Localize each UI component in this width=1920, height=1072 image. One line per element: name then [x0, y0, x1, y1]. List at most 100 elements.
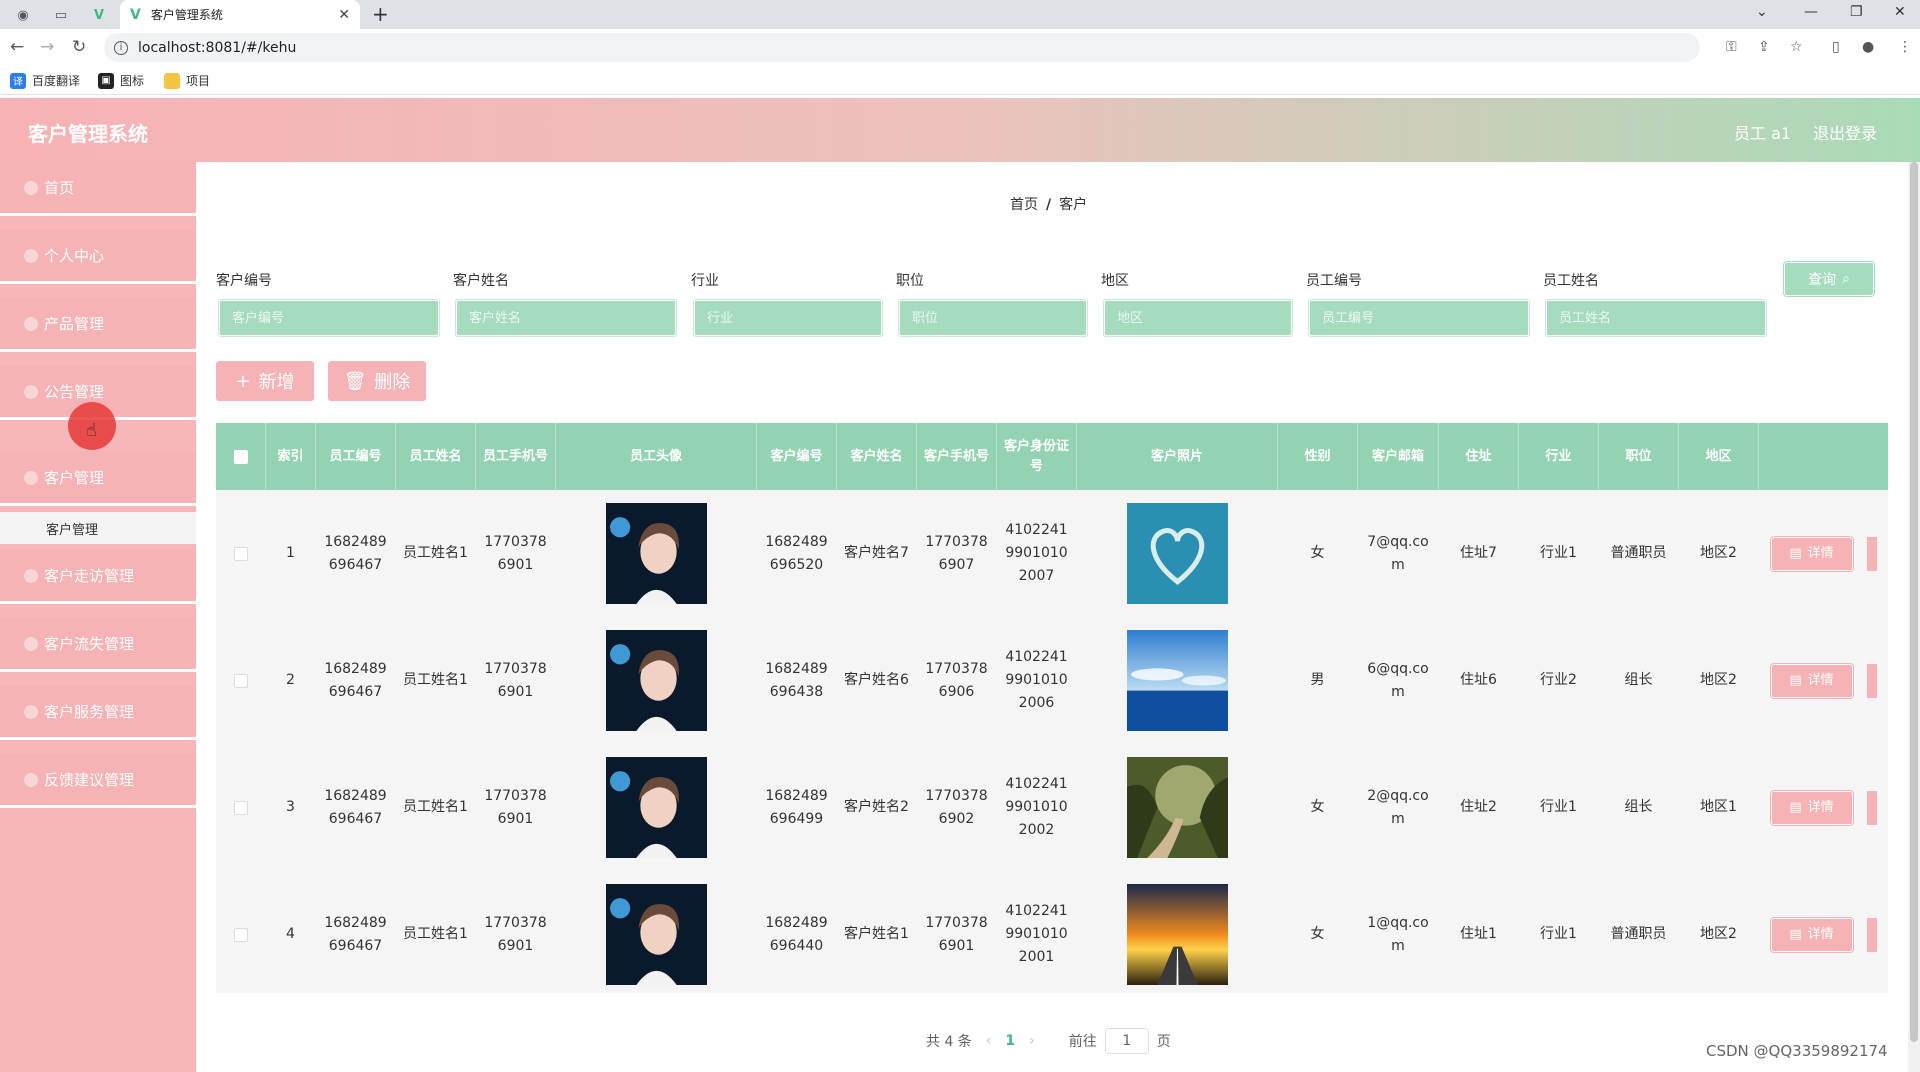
row-select-cell[interactable] [216, 490, 266, 617]
cell-position: 组长 [1599, 617, 1679, 744]
row-select-cell[interactable] [216, 617, 266, 744]
sidebar-item-customers[interactable]: 客户管理 [0, 452, 196, 506]
table-header-cell: 员工手机号 [476, 423, 556, 490]
row-checkbox[interactable] [233, 546, 248, 561]
share-icon[interactable]: ⇪ [1758, 39, 1770, 55]
detail-button[interactable]: ▤ 详情 [1770, 536, 1853, 571]
breadcrumb-home[interactable]: 首页 [1010, 197, 1038, 213]
row-select-cell[interactable] [216, 871, 266, 993]
query-button-label: 查询 [1808, 272, 1837, 288]
table-header-actions [1759, 423, 1888, 490]
prev-page-icon[interactable]: ‹ [986, 1033, 992, 1049]
key-icon[interactable]: ⚿ [1726, 39, 1737, 55]
restore-icon[interactable]: ❐ [1850, 4, 1863, 20]
row-checkbox[interactable] [233, 673, 248, 688]
minimize-icon[interactable]: — [1804, 4, 1818, 20]
query-button[interactable]: 查询 ⌕ [1784, 262, 1874, 296]
url-text: localhost:8081/#/kehu [138, 39, 297, 56]
row-checkbox[interactable] [233, 927, 248, 942]
page-scrollbar[interactable] [1908, 162, 1920, 1072]
cell-customer-no: 1682489696438 [757, 617, 837, 744]
select-all-checkbox[interactable] [233, 449, 248, 464]
menu-icon[interactable]: ⋮ [1898, 39, 1912, 55]
customer-no-input[interactable] [219, 300, 439, 336]
cell-customer-phone: 17703786902 [917, 744, 997, 871]
close-window-icon[interactable]: ✕ [1894, 4, 1906, 20]
folder-icon [164, 72, 180, 89]
employee-name-input[interactable] [1546, 300, 1766, 336]
sidebar-item-profile[interactable]: 个人中心 [0, 230, 196, 284]
edit-button[interactable] [1866, 663, 1877, 698]
active-tab[interactable]: V 客户管理系统 ✕ [120, 0, 360, 29]
detail-button[interactable]: ▤ 详情 [1770, 663, 1853, 698]
cell-employee-name: 员工姓名1 [396, 617, 476, 744]
row-select-cell[interactable] [216, 744, 266, 871]
back-icon[interactable]: ← [10, 37, 24, 57]
detail-button[interactable]: ▤ 详情 [1770, 790, 1853, 825]
region-input[interactable] [1104, 300, 1292, 336]
current-user: 员工 a1 [1734, 124, 1792, 143]
table-header-cell: 客户姓名 [837, 423, 917, 490]
edit-button[interactable] [1866, 536, 1877, 571]
table-header-cell: 地区 [1679, 423, 1759, 490]
forward-icon[interactable]: → [40, 37, 54, 57]
tab-search-icon[interactable]: ⌄ [1756, 4, 1768, 20]
edit-button[interactable] [1866, 790, 1877, 825]
bookmark-star-icon[interactable]: ☆ [1790, 39, 1803, 55]
cell-employee-avatar [556, 871, 757, 993]
position-input[interactable] [899, 300, 1087, 336]
next-page-icon[interactable]: › [1029, 1033, 1035, 1049]
page-scrollbar-thumb[interactable] [1910, 162, 1918, 1042]
detail-button[interactable]: ▤ 详情 [1770, 917, 1853, 952]
sidebar-item-products[interactable]: 产品管理 [0, 298, 196, 352]
site-info-icon[interactable]: i [114, 40, 128, 55]
cell-employee-avatar [556, 744, 757, 871]
table-body: 1 1682489696467 员工姓名1 17703786901 168248… [216, 490, 1888, 993]
goto-page-input[interactable]: 1 [1104, 1028, 1149, 1054]
goto-suffix: 页 [1156, 1034, 1171, 1050]
select-all-cell[interactable] [216, 423, 266, 490]
side-panel-icon[interactable]: ▯ [1832, 39, 1840, 55]
bookmark-label: 项目 [186, 74, 211, 88]
vue-tab-icon[interactable]: V [86, 4, 112, 26]
sidebar-item-home[interactable]: 首页 [0, 162, 196, 216]
employee-avatar-image [605, 630, 707, 731]
tab-close-icon[interactable]: ✕ [338, 7, 350, 23]
table-header-cell: 索引 [266, 423, 316, 490]
sidebar-subitem-customers[interactable]: 客户管理 [0, 512, 196, 544]
delete-button[interactable]: 🗑 删除 [328, 361, 426, 401]
trash-icon: 🗑 [343, 370, 367, 392]
customer-name-input[interactable] [456, 300, 676, 336]
reload-icon[interactable]: ↻ [72, 37, 86, 57]
profile-icon[interactable]: ● [1862, 39, 1874, 55]
row-checkbox[interactable] [233, 800, 248, 815]
sidebar-item-label: 个人中心 [44, 247, 105, 265]
document-icon: ▤ [1789, 927, 1802, 942]
sidebar-item-churn[interactable]: 客户流失管理 [0, 618, 196, 672]
industry-input[interactable] [694, 300, 882, 336]
table-header-cell: 客户身份证号 [997, 423, 1077, 490]
current-page[interactable]: 1 [1005, 1033, 1015, 1049]
filter-label-employee-name: 员工姓名 [1543, 273, 1599, 289]
employee-no-input[interactable] [1309, 300, 1529, 336]
sidebar-item-visits[interactable]: 客户走访管理 [0, 550, 196, 604]
edit-button[interactable] [1866, 917, 1877, 952]
address-bar[interactable]: i localhost:8081/#/kehu [104, 33, 1700, 62]
add-button[interactable]: + 新增 [216, 361, 314, 401]
sidebar-item-feedback[interactable]: 反馈建议管理 [0, 754, 196, 808]
logout-link[interactable]: 退出登录 [1813, 120, 1877, 144]
github-tab-icon[interactable]: ◉ [10, 4, 36, 26]
pinned-tab-icon[interactable]: ▭ [48, 4, 74, 26]
sidebar-item-service[interactable]: 客户服务管理 [0, 686, 196, 740]
bookmark-baidu-translate[interactable]: 译 百度翻译 [10, 72, 80, 89]
sidebar-item-label: 公告管理 [44, 383, 105, 401]
sidebar-item-label: 产品管理 [44, 315, 105, 333]
new-tab-icon[interactable]: + [372, 2, 389, 26]
vue-logo-icon: V [130, 6, 141, 23]
cell-actions: ▤ 详情 [1759, 490, 1888, 617]
cell-position: 组长 [1599, 744, 1679, 871]
employee-avatar-image [605, 503, 707, 604]
bookmark-project[interactable]: 项目 [164, 72, 210, 89]
breadcrumb-separator: / [1046, 197, 1052, 213]
bookmark-icons[interactable]: ▣ 图标 [98, 72, 144, 89]
